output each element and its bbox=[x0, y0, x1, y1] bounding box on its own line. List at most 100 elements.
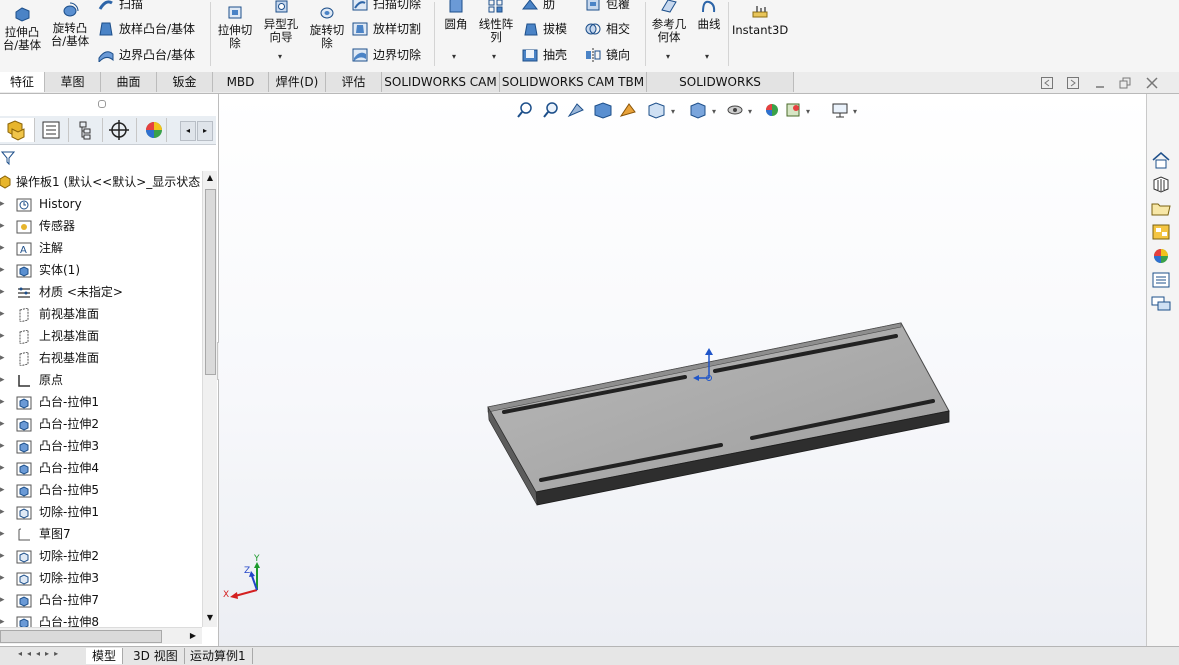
appearances-icon[interactable] bbox=[1150, 246, 1172, 266]
tab-evaluate[interactable]: 评估 bbox=[326, 72, 382, 92]
expand-arrow-icon[interactable]: ▸ bbox=[0, 545, 5, 567]
expand-arrow-icon[interactable]: ▸ bbox=[0, 391, 5, 413]
scroll-right-icon[interactable]: ▶ bbox=[186, 628, 200, 644]
tab-display-manager[interactable] bbox=[136, 118, 167, 142]
tab-3d-views[interactable]: 3D 视图 bbox=[127, 648, 185, 664]
curves-dropdown-icon[interactable]: ▾ bbox=[705, 52, 709, 61]
linear-pattern-button[interactable]: 线性阵 列 bbox=[474, 0, 518, 44]
view-palette-icon[interactable] bbox=[1150, 222, 1172, 242]
expand-arrow-icon[interactable]: ▸ bbox=[0, 325, 5, 347]
linear-pattern-dropdown-icon[interactable]: ▾ bbox=[492, 52, 496, 61]
expand-arrow-icon[interactable]: ▸ bbox=[0, 215, 5, 237]
rib-button[interactable]: 肋 bbox=[522, 0, 555, 13]
loft-boss-button[interactable]: 放样凸台/基体 bbox=[98, 20, 195, 38]
forum-icon[interactable] bbox=[1150, 294, 1172, 314]
reference-geometry-icon bbox=[661, 0, 677, 13]
instant3d-button[interactable]: Instant3D bbox=[732, 4, 788, 37]
loft-cut-button[interactable]: 放样切割 bbox=[352, 20, 421, 38]
tab-feature-manager[interactable] bbox=[0, 118, 35, 142]
scroll-down-icon[interactable]: ▼ bbox=[203, 611, 217, 625]
expand-arrow-icon[interactable]: ▸ bbox=[0, 303, 5, 325]
extrude-boss-button[interactable]: 拉伸凸 台/基体 bbox=[0, 6, 44, 52]
wrap-button[interactable]: 包覆 bbox=[585, 0, 630, 13]
tab-sheet-metal[interactable]: 钣金 bbox=[157, 72, 213, 92]
home-icon[interactable] bbox=[1150, 150, 1172, 170]
minimize-icon[interactable] bbox=[1094, 77, 1106, 89]
expand-arrow-icon[interactable]: ▸ bbox=[0, 457, 5, 479]
expand-arrow-icon[interactable]: ▸ bbox=[0, 237, 5, 259]
close-icon[interactable] bbox=[1146, 77, 1158, 89]
tab-motion-study[interactable]: 运动算例1 bbox=[184, 648, 253, 664]
panel-tab-scroll-left[interactable]: ◂ bbox=[180, 121, 196, 141]
sweep-cut-button[interactable]: 扫描切除 bbox=[352, 0, 421, 13]
expand-arrow-icon[interactable]: ▸ bbox=[0, 413, 5, 435]
curves-button[interactable]: 曲线 bbox=[692, 0, 726, 31]
tree-horizontal-scrollbar[interactable]: ▶ bbox=[0, 627, 202, 644]
tab-weldments[interactable]: 焊件(D) bbox=[269, 72, 326, 92]
shell-button[interactable]: 抽壳 bbox=[522, 46, 567, 64]
tab-configuration-manager[interactable] bbox=[68, 118, 103, 142]
tab-surfaces[interactable]: 曲面 bbox=[101, 72, 157, 92]
panel-tab-scroll-right[interactable]: ▸ bbox=[197, 121, 213, 141]
tile-right-icon[interactable] bbox=[1067, 77, 1079, 89]
revolve-cut-button[interactable]: 旋转切 除 bbox=[304, 4, 350, 50]
tab-navigation-arrows[interactable]: ◂◂◂▸▸ bbox=[18, 649, 80, 662]
filter-icon[interactable] bbox=[1, 150, 15, 166]
fillet-button[interactable]: 圆角 bbox=[436, 0, 476, 31]
panel-splitter-handle[interactable] bbox=[98, 100, 106, 108]
boundary-boss-button[interactable]: 边界凸台/基体 bbox=[98, 46, 195, 64]
boss-extrude-icon bbox=[16, 593, 32, 608]
design-library-icon[interactable] bbox=[1150, 174, 1172, 194]
draft-button[interactable]: 拔模 bbox=[522, 20, 567, 38]
expand-arrow-icon[interactable]: ▸ bbox=[0, 435, 5, 457]
graphics-area[interactable]: ▾ ▾ ▾ ▾ ▾ Y Z X bbox=[219, 94, 1146, 646]
tab-solidworks-inspection[interactable]: SOLIDWORKS Inspection bbox=[647, 72, 794, 109]
intersect-button[interactable]: 相交 bbox=[585, 20, 630, 38]
boss-extrude-icon bbox=[16, 461, 32, 476]
tab-property-manager[interactable] bbox=[34, 118, 69, 142]
extrude-cut-button[interactable]: 拉伸切 除 bbox=[212, 4, 258, 50]
tile-left-icon[interactable] bbox=[1041, 77, 1053, 89]
expand-arrow-icon[interactable]: ▸ bbox=[0, 193, 5, 215]
boundary-cut-button[interactable]: 边界切除 bbox=[352, 46, 421, 64]
tab-sketch[interactable]: 草图 bbox=[45, 72, 101, 92]
custom-properties-icon[interactable] bbox=[1150, 270, 1172, 290]
fillet-dropdown-icon[interactable]: ▾ bbox=[452, 52, 456, 61]
tree-item-label: 凸台-拉伸1 bbox=[39, 395, 99, 409]
tab-model[interactable]: 模型 bbox=[86, 648, 124, 664]
hole-wizard-button[interactable]: 异型孔 向导 bbox=[258, 0, 304, 44]
expand-arrow-icon[interactable]: ▸ bbox=[0, 501, 5, 523]
file-explorer-icon[interactable] bbox=[1150, 198, 1172, 218]
reference-geometry-dropdown-icon[interactable]: ▾ bbox=[666, 52, 670, 61]
tab-features[interactable]: 特征 bbox=[0, 72, 45, 92]
revolve-boss-button[interactable]: 旋转凸 台/基体 bbox=[46, 2, 94, 48]
expand-arrow-icon[interactable]: ▸ bbox=[0, 347, 5, 369]
mirror-button[interactable]: 镜向 bbox=[585, 46, 630, 64]
tree-vertical-scrollbar[interactable]: ▲ ▼ bbox=[202, 171, 217, 627]
reference-geometry-button[interactable]: 参考几 何体 bbox=[647, 0, 691, 44]
tab-mbd[interactable]: MBD bbox=[213, 72, 269, 92]
part-model-view[interactable] bbox=[219, 94, 1146, 646]
hole-wizard-dropdown-icon[interactable]: ▾ bbox=[278, 52, 282, 61]
h-scroll-thumb[interactable] bbox=[0, 630, 162, 643]
ribbon-separator bbox=[434, 2, 435, 66]
mirror-icon bbox=[586, 48, 601, 62]
part-icon bbox=[0, 175, 11, 189]
tab-solidworks-cam[interactable]: SOLIDWORKS CAM bbox=[382, 72, 500, 92]
expand-arrow-icon[interactable]: ▸ bbox=[0, 479, 5, 501]
expand-arrow-icon[interactable]: ▸ bbox=[0, 369, 5, 391]
expand-arrow-icon[interactable]: ▸ bbox=[0, 611, 5, 627]
annotation-icon: A bbox=[16, 241, 32, 256]
expand-arrow-icon[interactable]: ▸ bbox=[0, 567, 5, 589]
expand-arrow-icon[interactable]: ▸ bbox=[0, 589, 5, 611]
tab-solidworks-cam-tbm[interactable]: SOLIDWORKS CAM TBM bbox=[500, 72, 647, 92]
restore-icon[interactable] bbox=[1119, 77, 1131, 89]
expand-arrow-icon[interactable]: ▸ bbox=[0, 281, 5, 303]
expand-arrow-icon[interactable]: ▸ bbox=[0, 523, 5, 545]
scroll-up-icon[interactable]: ▲ bbox=[203, 171, 217, 185]
expand-arrow-icon[interactable]: ▸ bbox=[0, 259, 5, 281]
sweep-button[interactable]: 扫描 bbox=[98, 0, 143, 13]
material-icon bbox=[16, 285, 32, 299]
scroll-thumb[interactable] bbox=[205, 189, 216, 375]
tab-dimxpert-manager[interactable] bbox=[102, 118, 137, 142]
